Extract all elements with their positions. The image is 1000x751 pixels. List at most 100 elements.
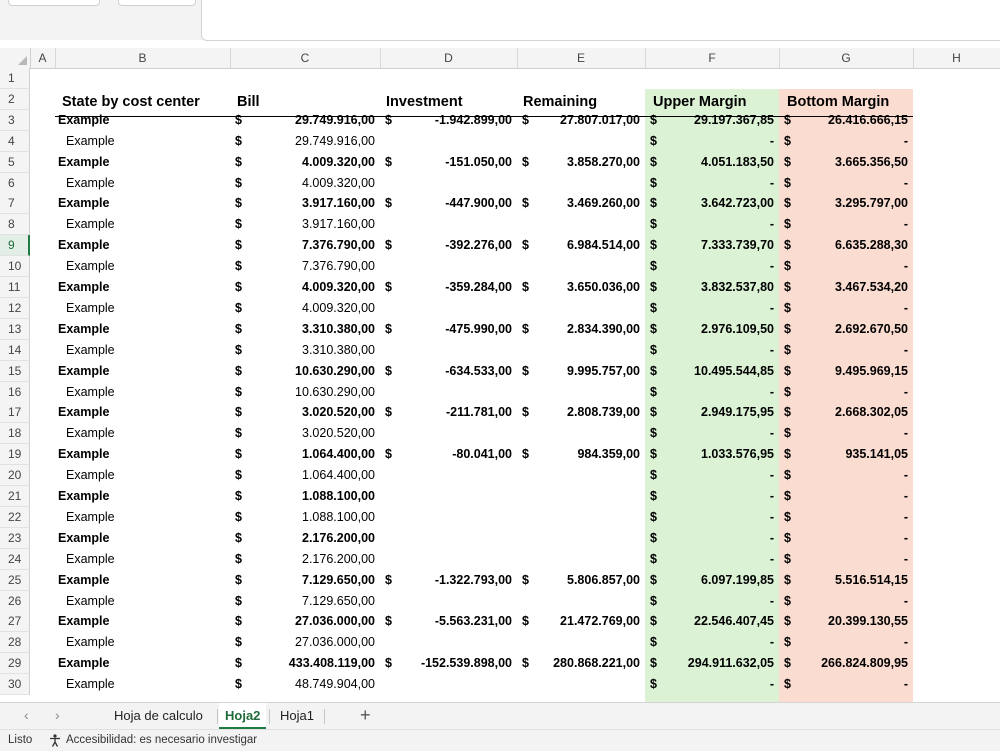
cost-center-label[interactable]: Example	[53, 235, 223, 256]
bottom-margin-value[interactable]: -	[789, 214, 913, 235]
bill-value[interactable]: 4.009.320,00	[240, 152, 380, 173]
upper-margin-value[interactable]: -	[655, 486, 779, 507]
sheet-tab-hoja-de-calculo[interactable]: Hoja de calculo	[108, 703, 209, 730]
bill-value[interactable]: 27.036.000,00	[240, 632, 380, 653]
row-header-20[interactable]: 20	[0, 465, 30, 487]
bill-value[interactable]: 1.088.100,00	[240, 507, 380, 528]
row-header-12[interactable]: 12	[0, 297, 30, 319]
upper-margin-value[interactable]: -	[655, 131, 779, 152]
bill-value[interactable]: 29.749.916,00	[240, 110, 380, 131]
cost-center-label[interactable]: Example	[53, 361, 223, 382]
cost-center-label[interactable]: Example	[61, 256, 231, 277]
upper-margin-value[interactable]: 2.976.109,50	[655, 319, 779, 340]
bill-value[interactable]: 4.009.320,00	[240, 277, 380, 298]
cost-center-label[interactable]: Example	[53, 193, 223, 214]
cost-center-label[interactable]: Example	[61, 423, 231, 444]
remaining-value[interactable]: 9.995.757,00	[527, 361, 645, 382]
upper-margin-value[interactable]: 1.033.576,95	[655, 444, 779, 465]
bill-value[interactable]: 3.917.160,00	[240, 214, 380, 235]
row-header-21[interactable]: 21	[0, 486, 30, 507]
bill-value[interactable]: 1.064.400,00	[240, 465, 380, 486]
remaining-value[interactable]: 21.472.769,00	[527, 611, 645, 632]
upper-margin-value[interactable]: 2.949.175,95	[655, 402, 779, 423]
cost-center-label[interactable]: Example	[61, 549, 231, 570]
row-header-29[interactable]: 29	[0, 653, 30, 675]
upper-margin-value[interactable]: 29.197.367,85	[655, 110, 779, 131]
column-header-g[interactable]: G	[779, 48, 914, 68]
upper-margin-value[interactable]: 4.051.183,50	[655, 152, 779, 173]
bill-value[interactable]: 4.009.320,00	[240, 298, 380, 319]
upper-margin-value[interactable]: 3.832.537,80	[655, 277, 779, 298]
upper-margin-value[interactable]: 7.333.739,70	[655, 235, 779, 256]
cost-center-label[interactable]: Example	[53, 444, 223, 465]
add-sheet-button[interactable]: +	[360, 705, 371, 726]
bill-value[interactable]: 3.310.380,00	[240, 319, 380, 340]
bottom-margin-value[interactable]: 3.467.534,20	[789, 277, 913, 298]
row-header-6[interactable]: 6	[0, 172, 30, 194]
bill-value[interactable]: 7.129.650,00	[240, 591, 380, 612]
cost-center-label[interactable]: Example	[53, 319, 223, 340]
column-header-f[interactable]: F	[645, 48, 780, 68]
row-header-16[interactable]: 16	[0, 381, 30, 403]
remaining-value[interactable]: 5.806.857,00	[527, 570, 645, 591]
bottom-margin-value[interactable]: -	[789, 465, 913, 486]
row-header-13[interactable]: 13	[0, 318, 30, 340]
bill-value[interactable]: 1.088.100,00	[240, 486, 380, 507]
cost-center-label[interactable]: Example	[61, 674, 231, 695]
select-all-corner[interactable]	[0, 48, 31, 68]
row-header-30[interactable]: 30	[0, 674, 30, 696]
row-header-14[interactable]: 14	[0, 339, 30, 361]
row-header-7[interactable]: 7	[0, 193, 30, 215]
bill-value[interactable]: 27.036.000,00	[240, 611, 380, 632]
bill-value[interactable]: 7.376.790,00	[240, 256, 380, 277]
cost-center-label[interactable]: Example	[53, 611, 223, 632]
row-header-26[interactable]: 26	[0, 590, 30, 612]
upper-margin-value[interactable]: 294.911.632,05	[655, 653, 779, 674]
bill-value[interactable]: 3.020.520,00	[240, 423, 380, 444]
bottom-margin-value[interactable]: -	[789, 423, 913, 444]
bill-value[interactable]: 433.408.119,00	[240, 653, 380, 674]
prev-sheet-button[interactable]: ‹	[24, 707, 29, 723]
upper-margin-value[interactable]: 10.495.544,85	[655, 361, 779, 382]
sheet-tab-hoja1[interactable]: Hoja1	[274, 703, 320, 730]
cost-center-label[interactable]: Example	[61, 591, 231, 612]
investment-value[interactable]: -211.781,00	[390, 402, 517, 423]
bottom-margin-value[interactable]: 20.399.130,55	[789, 611, 913, 632]
bottom-margin-value[interactable]: -	[789, 507, 913, 528]
investment-value[interactable]: -447.900,00	[390, 193, 517, 214]
bottom-margin-value[interactable]: 3.665.356,50	[789, 152, 913, 173]
investment-value[interactable]: -634.533,00	[390, 361, 517, 382]
upper-margin-value[interactable]: -	[655, 674, 779, 695]
remaining-value[interactable]: 2.808.739,00	[527, 402, 645, 423]
column-header-c[interactable]: C	[230, 48, 381, 68]
cost-center-label[interactable]: Example	[53, 486, 223, 507]
bottom-margin-value[interactable]: 935.141,05	[789, 444, 913, 465]
remaining-value[interactable]: 2.834.390,00	[527, 319, 645, 340]
upper-margin-value[interactable]: 22.546.407,45	[655, 611, 779, 632]
investment-value[interactable]: -392.276,00	[390, 235, 517, 256]
upper-margin-value[interactable]: 6.097.199,85	[655, 570, 779, 591]
cost-center-label[interactable]: Example	[53, 110, 223, 131]
bottom-margin-value[interactable]: -	[789, 632, 913, 653]
bottom-margin-value[interactable]: -	[789, 382, 913, 403]
remaining-value[interactable]: 3.469.260,00	[527, 193, 645, 214]
bottom-margin-value[interactable]: -	[789, 591, 913, 612]
upper-margin-value[interactable]: -	[655, 423, 779, 444]
cost-center-label[interactable]: Example	[61, 340, 231, 361]
investment-value[interactable]: -80.041,00	[390, 444, 517, 465]
cost-center-label[interactable]: Example	[61, 173, 231, 194]
investment-value[interactable]: -151.050,00	[390, 152, 517, 173]
column-header-d[interactable]: D	[380, 48, 518, 68]
ribbon-button[interactable]	[8, 0, 100, 6]
bottom-margin-value[interactable]: 2.692.670,50	[789, 319, 913, 340]
investment-value[interactable]: -359.284,00	[390, 277, 517, 298]
upper-margin-value[interactable]: -	[655, 549, 779, 570]
cost-center-label[interactable]: Example	[53, 570, 223, 591]
upper-margin-value[interactable]: -	[655, 214, 779, 235]
bill-value[interactable]: 3.310.380,00	[240, 340, 380, 361]
upper-margin-value[interactable]: -	[655, 632, 779, 653]
bottom-margin-value[interactable]: 2.668.302,05	[789, 402, 913, 423]
remaining-value[interactable]: 6.984.514,00	[527, 235, 645, 256]
upper-margin-value[interactable]: -	[655, 465, 779, 486]
row-header-23[interactable]: 23	[0, 527, 30, 549]
